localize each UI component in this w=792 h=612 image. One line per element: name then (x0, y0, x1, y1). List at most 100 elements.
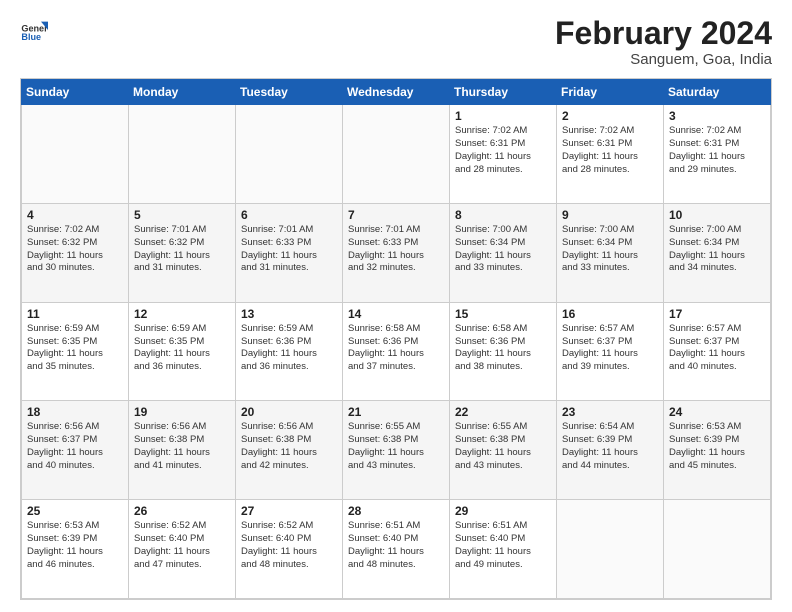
calendar-cell: 10 Sunrise: 7:00 AM Sunset: 6:34 PM Dayli… (664, 203, 771, 302)
day-info: Sunrise: 6:52 AM Sunset: 6:40 PM Dayligh… (241, 520, 337, 571)
subtitle: Sanguem, Goa, India (555, 51, 772, 68)
day-number: 1 (455, 109, 551, 123)
day-number: 21 (348, 405, 444, 419)
day-info: Sunrise: 7:00 AM Sunset: 6:34 PM Dayligh… (562, 224, 658, 275)
calendar-cell: 5 Sunrise: 7:01 AM Sunset: 6:32 PM Daylig… (129, 203, 236, 302)
calendar-week-row: 4 Sunrise: 7:02 AM Sunset: 6:32 PM Daylig… (22, 203, 771, 302)
calendar-cell: 26 Sunrise: 6:52 AM Sunset: 6:40 PM Dayli… (129, 500, 236, 599)
day-number: 15 (455, 307, 551, 321)
day-number: 5 (134, 208, 230, 222)
day-number: 9 (562, 208, 658, 222)
day-number: 19 (134, 405, 230, 419)
day-number: 14 (348, 307, 444, 321)
day-info: Sunrise: 6:58 AM Sunset: 6:36 PM Dayligh… (455, 323, 551, 374)
calendar-cell: 19 Sunrise: 6:56 AM Sunset: 6:38 PM Dayli… (129, 401, 236, 500)
day-number: 8 (455, 208, 551, 222)
calendar-week-row: 1 Sunrise: 7:02 AM Sunset: 6:31 PM Daylig… (22, 105, 771, 204)
day-info: Sunrise: 6:58 AM Sunset: 6:36 PM Dayligh… (348, 323, 444, 374)
calendar-cell: 7 Sunrise: 7:01 AM Sunset: 6:33 PM Daylig… (343, 203, 450, 302)
day-number: 4 (27, 208, 123, 222)
day-number: 7 (348, 208, 444, 222)
calendar: SundayMondayTuesdayWednesdayThursdayFrid… (20, 78, 772, 600)
day-info: Sunrise: 6:59 AM Sunset: 6:35 PM Dayligh… (134, 323, 230, 374)
day-info: Sunrise: 7:02 AM Sunset: 6:32 PM Dayligh… (27, 224, 123, 275)
day-info: Sunrise: 6:56 AM Sunset: 6:38 PM Dayligh… (241, 421, 337, 472)
calendar-cell: 15 Sunrise: 6:58 AM Sunset: 6:36 PM Dayli… (450, 302, 557, 401)
weekday-header-cell: Wednesday (343, 80, 450, 105)
calendar-cell: 23 Sunrise: 6:54 AM Sunset: 6:39 PM Dayli… (557, 401, 664, 500)
calendar-cell: 3 Sunrise: 7:02 AM Sunset: 6:31 PM Daylig… (664, 105, 771, 204)
calendar-cell: 16 Sunrise: 6:57 AM Sunset: 6:37 PM Dayli… (557, 302, 664, 401)
day-info: Sunrise: 6:56 AM Sunset: 6:38 PM Dayligh… (134, 421, 230, 472)
day-info: Sunrise: 6:56 AM Sunset: 6:37 PM Dayligh… (27, 421, 123, 472)
day-info: Sunrise: 7:02 AM Sunset: 6:31 PM Dayligh… (455, 125, 551, 176)
svg-text:Blue: Blue (21, 32, 41, 42)
calendar-cell (343, 105, 450, 204)
day-info: Sunrise: 7:01 AM Sunset: 6:33 PM Dayligh… (241, 224, 337, 275)
day-info: Sunrise: 7:02 AM Sunset: 6:31 PM Dayligh… (669, 125, 765, 176)
calendar-week-row: 18 Sunrise: 6:56 AM Sunset: 6:37 PM Dayli… (22, 401, 771, 500)
calendar-cell: 1 Sunrise: 7:02 AM Sunset: 6:31 PM Daylig… (450, 105, 557, 204)
day-number: 11 (27, 307, 123, 321)
calendar-cell: 28Sunrise: 6:51 AM Sunset: 6:40 PM Dayli… (343, 500, 450, 599)
day-info: Sunrise: 6:53 AM Sunset: 6:39 PM Dayligh… (27, 520, 123, 571)
day-number: 24 (669, 405, 765, 419)
calendar-cell: 25 Sunrise: 6:53 AM Sunset: 6:39 PM Dayli… (22, 500, 129, 599)
calendar-cell (664, 500, 771, 599)
calendar-week-row: 11 Sunrise: 6:59 AM Sunset: 6:35 PM Dayli… (22, 302, 771, 401)
day-number: 12 (134, 307, 230, 321)
weekday-header-cell: Sunday (22, 80, 129, 105)
weekday-header-cell: Tuesday (236, 80, 343, 105)
main-title: February 2024 (555, 16, 772, 51)
weekday-header-cell: Saturday (664, 80, 771, 105)
calendar-cell (236, 105, 343, 204)
day-number: 17 (669, 307, 765, 321)
day-info: Sunrise: 6:59 AM Sunset: 6:35 PM Dayligh… (27, 323, 123, 374)
page: General Blue February 2024 Sanguem, Goa,… (0, 0, 792, 612)
calendar-cell: 20 Sunrise: 6:56 AM Sunset: 6:38 PM Dayli… (236, 401, 343, 500)
day-number: 2 (562, 109, 658, 123)
calendar-cell: 27Sunrise: 6:52 AM Sunset: 6:40 PM Dayli… (236, 500, 343, 599)
day-number: 23 (562, 405, 658, 419)
calendar-cell: 21 Sunrise: 6:55 AM Sunset: 6:38 PM Dayli… (343, 401, 450, 500)
weekday-header: SundayMondayTuesdayWednesdayThursdayFrid… (22, 80, 771, 105)
day-number: 25 (27, 504, 123, 518)
day-info: Sunrise: 7:01 AM Sunset: 6:33 PM Dayligh… (348, 224, 444, 275)
weekday-header-cell: Friday (557, 80, 664, 105)
day-info: Sunrise: 7:00 AM Sunset: 6:34 PM Dayligh… (669, 224, 765, 275)
day-info: Sunrise: 6:52 AM Sunset: 6:40 PM Dayligh… (134, 520, 230, 571)
day-info: Sunrise: 6:54 AM Sunset: 6:39 PM Dayligh… (562, 421, 658, 472)
day-number: 26 (134, 504, 230, 518)
day-info: Sunrise: 6:53 AM Sunset: 6:39 PM Dayligh… (669, 421, 765, 472)
day-number: 28 (348, 504, 444, 518)
day-info: Sunrise: 7:00 AM Sunset: 6:34 PM Dayligh… (455, 224, 551, 275)
calendar-cell: 4 Sunrise: 7:02 AM Sunset: 6:32 PM Daylig… (22, 203, 129, 302)
logo-icon: General Blue (20, 16, 48, 44)
calendar-cell: 6Sunrise: 7:01 AM Sunset: 6:33 PM Daylig… (236, 203, 343, 302)
logo: General Blue (20, 16, 48, 44)
calendar-cell (557, 500, 664, 599)
day-number: 13 (241, 307, 337, 321)
day-info: Sunrise: 6:55 AM Sunset: 6:38 PM Dayligh… (455, 421, 551, 472)
day-info: Sunrise: 6:57 AM Sunset: 6:37 PM Dayligh… (562, 323, 658, 374)
calendar-cell: 14 Sunrise: 6:58 AM Sunset: 6:36 PM Dayli… (343, 302, 450, 401)
calendar-cell (129, 105, 236, 204)
calendar-cell: 13 Sunrise: 6:59 AM Sunset: 6:36 PM Dayli… (236, 302, 343, 401)
day-info: Sunrise: 7:01 AM Sunset: 6:32 PM Dayligh… (134, 224, 230, 275)
day-number: 3 (669, 109, 765, 123)
day-info: Sunrise: 7:02 AM Sunset: 6:31 PM Dayligh… (562, 125, 658, 176)
day-number: 20 (241, 405, 337, 419)
day-number: 18 (27, 405, 123, 419)
day-number: 10 (669, 208, 765, 222)
day-info: Sunrise: 6:55 AM Sunset: 6:38 PM Dayligh… (348, 421, 444, 472)
day-info: Sunrise: 6:57 AM Sunset: 6:37 PM Dayligh… (669, 323, 765, 374)
weekday-header-cell: Monday (129, 80, 236, 105)
day-number: 16 (562, 307, 658, 321)
calendar-cell: 22 Sunrise: 6:55 AM Sunset: 6:38 PM Dayli… (450, 401, 557, 500)
calendar-body: 1 Sunrise: 7:02 AM Sunset: 6:31 PM Daylig… (22, 105, 771, 599)
calendar-cell (22, 105, 129, 204)
calendar-cell: 8 Sunrise: 7:00 AM Sunset: 6:34 PM Daylig… (450, 203, 557, 302)
day-info: Sunrise: 6:59 AM Sunset: 6:36 PM Dayligh… (241, 323, 337, 374)
calendar-cell: 12 Sunrise: 6:59 AM Sunset: 6:35 PM Dayli… (129, 302, 236, 401)
day-number: 22 (455, 405, 551, 419)
